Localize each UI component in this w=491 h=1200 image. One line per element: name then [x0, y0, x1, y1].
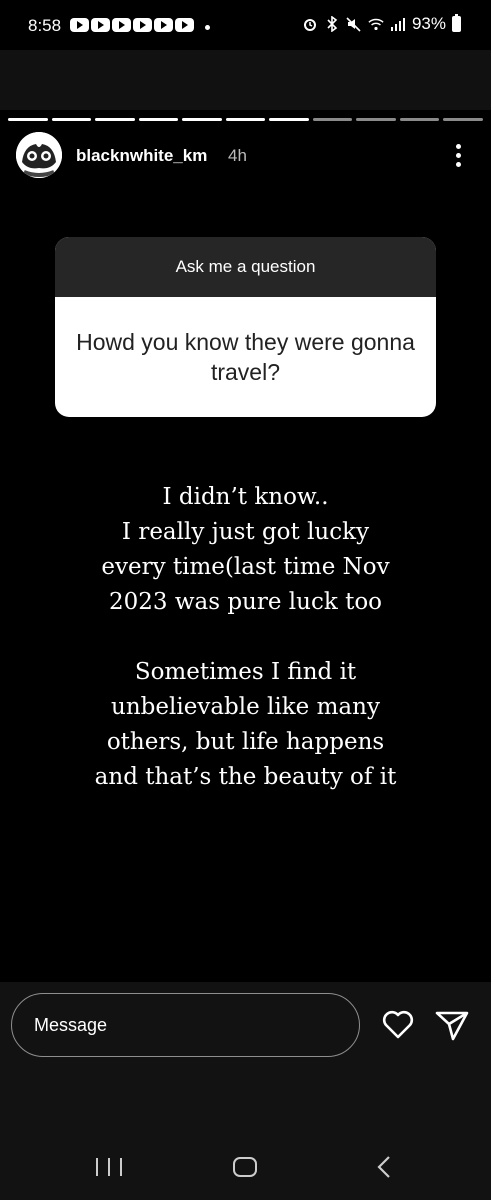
answer-line: I really just got lucky — [121, 519, 370, 545]
avatar[interactable] — [16, 132, 62, 178]
progress-segment — [95, 118, 135, 121]
battery-percent: 93% — [411, 14, 446, 33]
youtube-icon — [112, 18, 131, 32]
recent-apps-button[interactable] — [96, 1158, 122, 1178]
story-top-backdrop — [0, 50, 491, 110]
answer-line: others, but life happens — [106, 729, 385, 755]
more-dot-icon — [455, 143, 461, 149]
story-progress-bar — [8, 118, 484, 121]
answer-line: I didn’t know.. — [162, 484, 329, 510]
progress-segment — [399, 118, 440, 121]
question-sticker-header: Ask me a question — [55, 237, 436, 297]
wifi-icon — [368, 16, 384, 32]
more-notifications-dot — [205, 25, 210, 30]
answer-paragraph: Sometimes I find it unbelievable like man… — [30, 655, 461, 795]
status-time: 8:58 — [28, 16, 62, 35]
like-button[interactable] — [381, 1008, 415, 1042]
question-text: Howd you know they were gonna travel? — [76, 329, 415, 385]
heart-icon — [382, 1010, 414, 1039]
signal-icon — [390, 16, 406, 32]
progress-segment — [225, 118, 266, 121]
more-dot-icon — [455, 152, 461, 158]
progress-segment — [51, 118, 92, 121]
youtube-icon — [154, 18, 173, 32]
status-bar: 8:58 93% — [0, 0, 491, 50]
youtube-icon — [70, 18, 89, 32]
recents-line-icon — [96, 1158, 98, 1176]
send-button[interactable] — [434, 1008, 470, 1042]
notification-icons — [70, 18, 194, 32]
recents-line-icon — [120, 1158, 122, 1176]
home-button[interactable] — [233, 1157, 257, 1177]
answer-line: 2023 was pure luck too — [108, 589, 383, 615]
back-button[interactable] — [374, 1154, 394, 1180]
progress-segment — [182, 118, 222, 121]
story-time-ago: 4h — [228, 146, 247, 165]
alarm-icon — [302, 16, 318, 32]
answer-line: unbelievable like many — [111, 694, 380, 720]
answer-line: every time(last time Nov — [101, 554, 390, 580]
message-input[interactable] — [11, 993, 360, 1057]
progress-segment — [443, 118, 484, 121]
question-sticker[interactable]: Ask me a question Howd you know they wer… — [55, 237, 436, 417]
battery-icon — [452, 14, 461, 32]
answer-line: Sometimes I find it — [134, 659, 357, 685]
chevron-left-icon — [377, 1156, 390, 1178]
progress-segment — [8, 118, 48, 121]
username[interactable]: blacknwhite_km — [76, 146, 207, 166]
youtube-icon — [91, 18, 110, 32]
progress-segment — [269, 118, 309, 121]
send-icon — [435, 1011, 469, 1041]
bluetooth-icon — [324, 16, 340, 32]
more-options-button[interactable] — [448, 140, 468, 170]
answer-paragraph: I didn’t know.. I really just got lucky ev… — [30, 480, 461, 620]
youtube-icon — [133, 18, 152, 32]
answer-text: I didn’t know.. I really just got lucky ev… — [30, 480, 461, 795]
progress-segment — [138, 118, 179, 121]
progress-segment — [356, 118, 396, 121]
mute-icon — [346, 16, 362, 32]
answer-line: and that’s the beauty of it — [94, 764, 397, 790]
recents-line-icon — [108, 1158, 110, 1176]
youtube-icon — [175, 18, 194, 32]
more-dot-icon — [455, 161, 461, 167]
system-icons: 93% — [302, 14, 461, 34]
progress-segment — [312, 118, 353, 121]
